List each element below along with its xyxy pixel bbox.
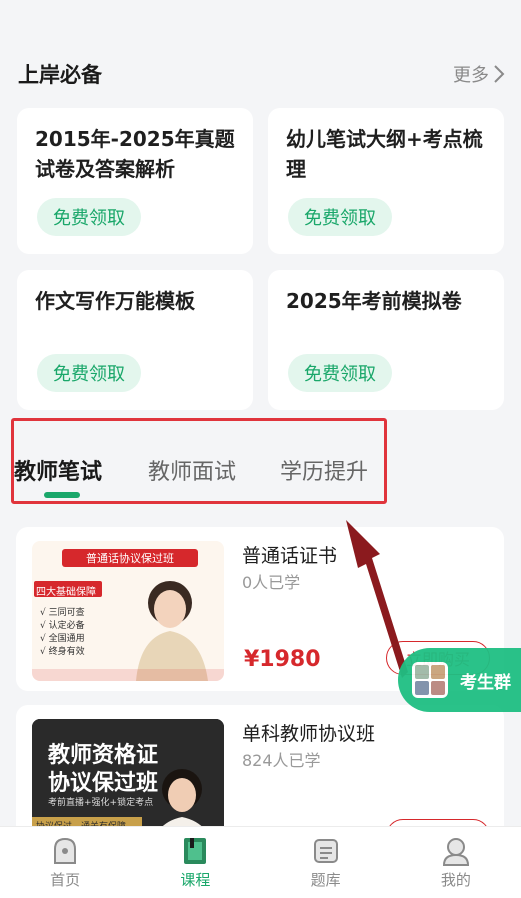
card-title: 幼儿笔试大纲+考点梳理 xyxy=(286,127,483,181)
resource-card[interactable]: 幼儿笔试大纲+考点梳理 免费领取 xyxy=(268,108,504,254)
free-claim-button[interactable]: 免费领取 xyxy=(288,354,392,392)
tabbar-label: 题库 xyxy=(310,871,341,889)
tabbar-label: 我的 xyxy=(440,871,471,889)
section-title: 上岸必备 xyxy=(18,63,102,87)
question-bank-icon xyxy=(313,839,338,863)
resource-card[interactable]: 作文写作万能模板 免费领取 xyxy=(17,270,253,410)
join-group-button[interactable]: 考生群 xyxy=(398,648,521,712)
profile-icon xyxy=(442,838,469,866)
group-label: 考生群 xyxy=(460,672,511,693)
free-claim-button[interactable]: 免费领取 xyxy=(37,198,141,236)
free-claim-button[interactable]: 免费领取 xyxy=(37,354,141,392)
tabbar-course[interactable]: 课程 xyxy=(130,827,260,898)
highlight-box xyxy=(11,418,387,504)
tabbar-question-bank[interactable]: 题库 xyxy=(261,827,391,898)
card-title: 作文写作万能模板 xyxy=(35,289,195,313)
home-icon xyxy=(54,837,77,864)
course-name: 单科教师协议班 xyxy=(242,723,376,745)
tabbar-home[interactable]: 首页 xyxy=(0,827,130,898)
tabbar-profile[interactable]: 我的 xyxy=(391,827,521,898)
thumb-sub: 考前直播+强化+锁定考点 xyxy=(48,798,154,808)
course-learners: 0人已学 xyxy=(242,573,301,592)
free-claim-button[interactable]: 免费领取 xyxy=(288,198,392,236)
tabbar-label: 首页 xyxy=(50,871,81,889)
tabbar-label: 课程 xyxy=(180,871,211,889)
thumb-points: √ 三同可查 √ 认定必备 √ 全国通用 √ 终身有效 xyxy=(40,608,85,657)
more-label: 更多 xyxy=(453,65,489,86)
course-price: ¥1980 xyxy=(244,647,321,672)
resource-card[interactable]: 2025年考前模拟卷 免费领取 xyxy=(268,270,504,410)
thumb-tag: 四大基础保障 xyxy=(36,587,96,598)
course-thumbnail: 普通话协议保过班 四大基础保障 √ 三同可查 √ 认定必备 √ 全国通用 √ 终… xyxy=(32,541,224,681)
section-header: 上岸必备 更多 xyxy=(18,58,505,90)
resource-card[interactable]: 2015年-2025年真题试卷及答案解析 免费领取 xyxy=(17,108,253,254)
course-name: 普通话证书 xyxy=(242,545,338,567)
chevron-right-icon xyxy=(494,65,505,83)
course-learners: 824人已学 xyxy=(242,751,321,770)
group-avatar xyxy=(412,662,448,698)
card-title: 2015年-2025年真题试卷及答案解析 xyxy=(35,127,235,181)
more-link[interactable]: 更多 xyxy=(453,61,505,87)
thumb-banner: 普通话协议保过班 xyxy=(86,552,174,565)
card-title: 2025年考前模拟卷 xyxy=(286,289,462,313)
course-icon xyxy=(184,838,207,864)
bottom-tabbar: 首页 课程 题库 我的 xyxy=(0,826,521,898)
thumb-line2: 协议保过班 xyxy=(48,771,159,796)
